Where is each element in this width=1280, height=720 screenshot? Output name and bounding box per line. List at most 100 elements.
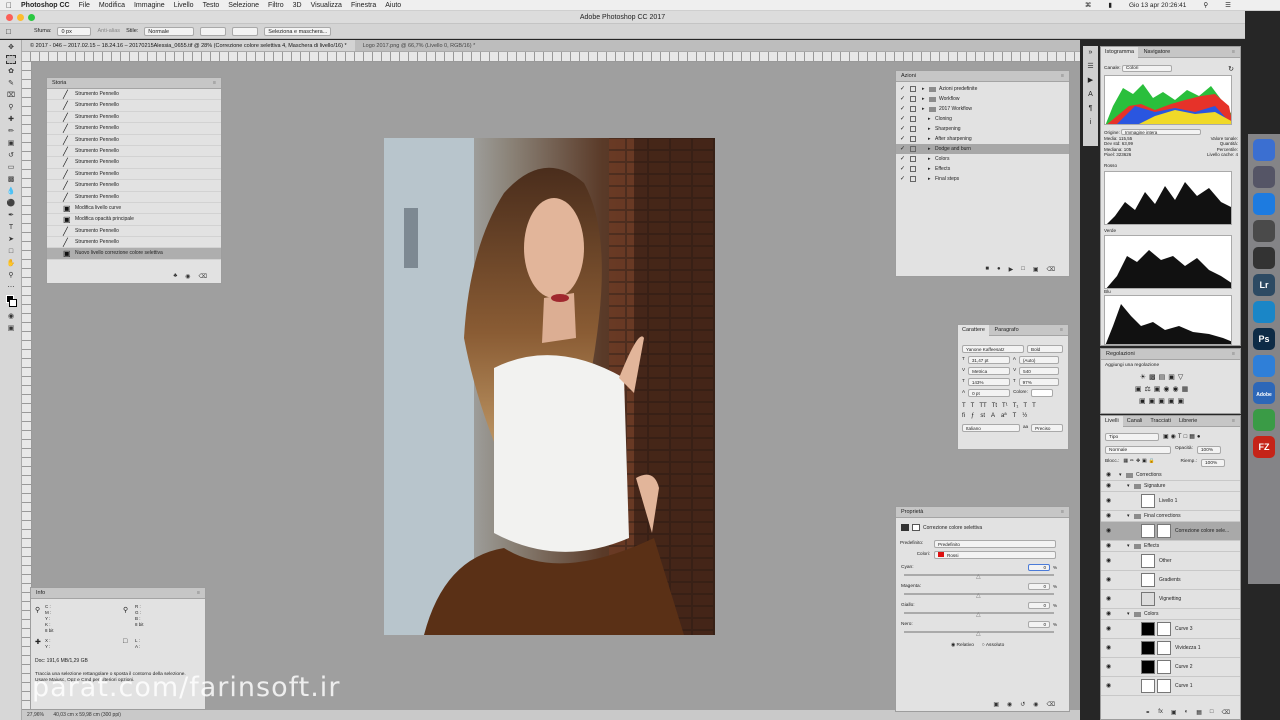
leading-input[interactable]: (Auto) — [1018, 356, 1059, 364]
layer-mask-thumbnail[interactable] — [1157, 524, 1171, 538]
close-window-button[interactable] — [6, 14, 13, 21]
trash-icon[interactable]: ⌫ — [1047, 701, 1055, 708]
menu-file[interactable]: File — [79, 2, 90, 9]
giallo-slider-knob[interactable]: △ — [976, 611, 981, 618]
visibility-eye-icon[interactable]: ◉ — [1106, 492, 1111, 511]
menu-list-icon[interactable]: ☰ — [1225, 1, 1231, 9]
source-select[interactable]: Immagine intera — [1121, 129, 1202, 135]
menu-visualizza[interactable]: Visualizza — [311, 2, 342, 9]
actions-panel-header[interactable]: Azioni ≡ — [896, 71, 1069, 82]
check-icon[interactable]: ✓ — [900, 164, 905, 174]
camera-icon[interactable]: ◉ — [185, 273, 190, 280]
hue-icon[interactable]: ▣ — [1135, 386, 1145, 393]
dialog-toggle-icon[interactable] — [910, 106, 916, 112]
dock-app-icon[interactable] — [1253, 247, 1275, 269]
layer-row[interactable]: ◉ Livello 1 — [1101, 492, 1240, 511]
layer-group[interactable]: ◉ ▾ Effects — [1101, 541, 1240, 552]
nero-slider-knob[interactable]: △ — [976, 630, 981, 637]
visibility-eye-icon[interactable]: ◉ — [1106, 481, 1111, 492]
stop-icon[interactable]: ■ — [985, 266, 989, 273]
tab-navigator[interactable]: Navigatore — [1140, 49, 1175, 55]
dodge-tool-icon[interactable]: ⚫ — [6, 199, 16, 208]
small-caps-icon[interactable]: Tt — [992, 403, 997, 409]
subscript-icon[interactable]: T₁ — [1013, 403, 1019, 409]
faux-bold-icon[interactable]: T — [962, 403, 966, 409]
magenta-slider-knob[interactable]: △ — [976, 592, 981, 599]
layer-thumbnail[interactable] — [1141, 524, 1155, 538]
new-adjustment-icon[interactable]: ◐ — [1185, 709, 1189, 716]
faux-italic-icon[interactable]: T — [971, 403, 975, 409]
visibility-eye-icon[interactable]: ◉ — [1106, 541, 1111, 552]
visibility-eye-icon[interactable]: ◉ — [1106, 522, 1111, 541]
history-item[interactable]: ▣ Modifica opacità principale — [47, 214, 221, 226]
layer-mask-thumbnail[interactable] — [1157, 660, 1171, 674]
play-icon[interactable]: ▶ — [1009, 266, 1014, 273]
tab-tracciati[interactable]: Tracciati — [1146, 416, 1175, 427]
search-icon[interactable]: ⚲ — [1203, 1, 1208, 9]
trash-icon[interactable]: ⌫ — [1222, 709, 1230, 716]
exposure-icon[interactable]: ▣ — [1168, 374, 1178, 381]
layer-thumbnail[interactable] — [1141, 660, 1155, 674]
expand-arrow-icon[interactable]: ▸ — [928, 164, 931, 174]
paragraph-panel-icon[interactable]: ¶ — [1083, 102, 1098, 116]
action-item[interactable]: ✓ ▸ Dodge and burn — [896, 144, 1069, 154]
clip-icon[interactable]: ▣ — [993, 701, 999, 708]
font-family-select[interactable]: Yanone Kaffeesatz — [962, 345, 1024, 353]
visibility-eye-icon[interactable]: ◉ — [1106, 620, 1111, 639]
lasso-tool-icon[interactable]: ✿ — [6, 67, 16, 76]
history-item[interactable]: ╱ Strumento Pennello — [47, 146, 221, 158]
panel-collapse-icon[interactable]: » — [1083, 46, 1098, 60]
check-icon[interactable]: ✓ — [900, 144, 905, 154]
gradient-tool-icon[interactable]: ▩ — [6, 175, 16, 184]
fx-icon[interactable]: fx — [1158, 709, 1163, 716]
new-group-icon[interactable]: ▦ — [1196, 709, 1202, 716]
dock-app-icon[interactable]: Lr — [1253, 274, 1275, 296]
type-tool-icon[interactable]: T — [6, 223, 16, 232]
history-item[interactable]: ╱ Strumento Pennello — [47, 192, 221, 203]
layer-row[interactable]: ◉ Curve 3 — [1101, 620, 1240, 639]
eraser-tool-icon[interactable]: ▭ — [6, 163, 16, 172]
battery-icon[interactable]: ▮ — [1108, 1, 1112, 9]
tracking-select[interactable]: 540 — [1019, 367, 1060, 375]
action-item[interactable]: ✓ ▸ Effects — [896, 164, 1069, 174]
history-item[interactable]: ╱ Strumento Pennello — [47, 169, 221, 181]
color-swatches-icon[interactable] — [6, 295, 17, 309]
history-brush-icon[interactable]: ↺ — [6, 151, 16, 160]
actions-panel-icon[interactable]: ▶ — [1083, 74, 1098, 88]
marquee-tool-icon[interactable] — [6, 55, 16, 64]
sfuma-input[interactable]: 0 px — [57, 26, 92, 36]
apple-icon[interactable]:  — [6, 1, 12, 10]
expand-arrow-icon[interactable]: ▾ — [1127, 511, 1130, 522]
quick-select-tool-icon[interactable]: ✎ — [6, 79, 16, 88]
panel-menu-icon[interactable]: ≡ — [1232, 416, 1235, 427]
path-select-tool-icon[interactable]: ➤ — [6, 235, 16, 244]
tab-canali[interactable]: Canali — [1123, 416, 1147, 427]
dock-app-icon[interactable] — [1253, 193, 1275, 215]
layer-thumbnail[interactable] — [1141, 494, 1155, 508]
dock-app-icon[interactable] — [1253, 166, 1275, 188]
vibrance-icon[interactable]: ▽ — [1178, 374, 1186, 381]
expand-arrow-icon[interactable]: ▾ — [1127, 541, 1130, 552]
quick-mask-icon[interactable]: ◉ — [6, 312, 16, 321]
dock-app-icon[interactable] — [1253, 139, 1275, 161]
nero-input[interactable]: 0 — [1028, 621, 1050, 628]
layer-mask-thumbnail[interactable] — [1157, 679, 1171, 693]
selective-color-icon[interactable]: ▣ — [1177, 398, 1187, 405]
layer-thumbnail[interactable] — [1141, 554, 1155, 568]
new-action-icon[interactable]: ▣ — [1033, 266, 1039, 273]
visibility-eye-icon[interactable]: ◉ — [1106, 639, 1111, 658]
layer-row[interactable]: ◉ Vignetting — [1101, 590, 1240, 609]
posterize-icon[interactable]: ▣ — [1149, 398, 1159, 405]
giallo-input[interactable]: 0 — [1028, 602, 1050, 609]
refresh-histogram-icon[interactable]: ↻ — [1228, 65, 1234, 73]
channel-select[interactable]: Colori — [1121, 65, 1172, 72]
invert-icon[interactable]: ▣ — [1139, 398, 1149, 405]
eyedropper-tool-icon[interactable]: ⚲ — [6, 103, 16, 112]
layer-thumbnail[interactable] — [1141, 641, 1155, 655]
new-layer-icon[interactable]: □ — [1210, 709, 1214, 716]
language-select[interactable]: Italiano — [962, 424, 1020, 432]
record-icon[interactable]: ● — [997, 266, 1001, 273]
properties-panel-header[interactable]: Proprietà ≡ — [896, 507, 1069, 518]
zoom-window-button[interactable] — [28, 14, 35, 21]
text-color-swatch[interactable] — [1030, 389, 1053, 397]
